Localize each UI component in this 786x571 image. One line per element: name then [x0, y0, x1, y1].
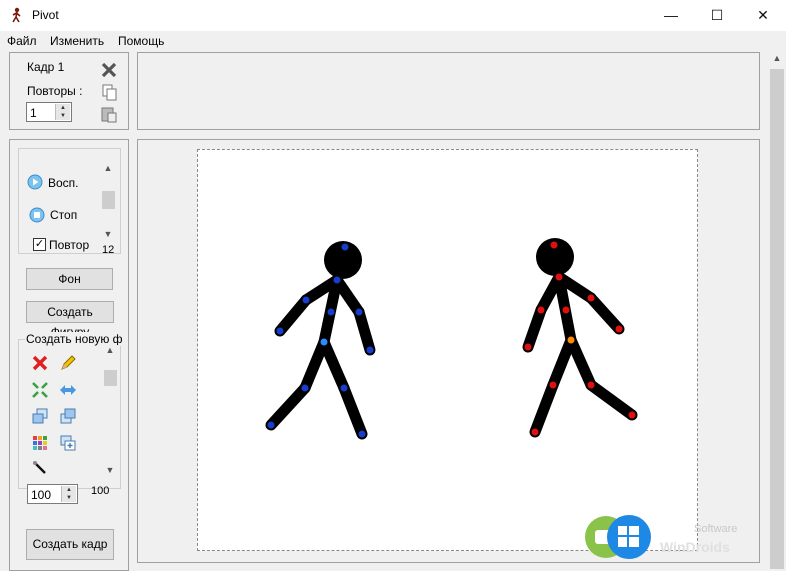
loop-label: Повтор: [49, 238, 90, 252]
close-button[interactable]: ✕: [740, 0, 786, 31]
front-icon[interactable]: [31, 407, 49, 425]
canvas-area: [137, 139, 760, 563]
scale-figure-icon[interactable]: [31, 381, 49, 399]
copy-frame-icon[interactable]: [100, 83, 118, 101]
background-button[interactable]: Фон: [26, 268, 113, 290]
watermark-brand-text: WinDroids: [660, 539, 730, 555]
repeats-value: 1: [30, 106, 37, 120]
title-bar: Pivot — ☐ ✕: [0, 0, 786, 31]
repeats-label: Повторы :: [27, 84, 83, 98]
color-icon[interactable]: [31, 434, 49, 452]
figure-tools-box: Создать новую ф ▲ ▼: [18, 332, 124, 489]
animation-stage[interactable]: [197, 149, 698, 551]
frame-panel: Кадр 1 Повторы : 1 ▲ ▼: [9, 52, 129, 130]
stage-drawing[interactable]: [198, 150, 699, 552]
create-figure-button[interactable]: Создать Фигуру: [26, 301, 114, 339]
stick-figure-red[interactable]: [522, 238, 638, 438]
minimize-button[interactable]: —: [648, 0, 694, 31]
stop-label[interactable]: Стоп: [50, 208, 77, 222]
figure-tools-scroll-down[interactable]: ▼: [102, 465, 118, 479]
flip-figure-icon[interactable]: [59, 381, 77, 399]
menu-help[interactable]: Помощь: [118, 34, 164, 48]
main-scrollbar[interactable]: ▲: [768, 51, 786, 571]
paste-frame-icon[interactable]: [100, 105, 118, 123]
stick-figure-blue[interactable]: [265, 241, 376, 440]
back-icon[interactable]: [59, 407, 77, 425]
edit-figure-icon[interactable]: [59, 354, 77, 372]
figure-tools-scroll-thumb[interactable]: [104, 370, 117, 386]
play-icon[interactable]: [27, 174, 43, 190]
figure-tools-scrollbar[interactable]: ▲ ▼: [102, 345, 118, 479]
main-scroll-thumb[interactable]: [770, 69, 784, 569]
scale-slider-value: 100: [91, 485, 110, 497]
menu-bar: Файл Изменить Помощь: [0, 31, 786, 51]
repeats-spinner-arrows[interactable]: ▲ ▼: [55, 104, 70, 120]
main-scroll-up[interactable]: ▲: [768, 53, 786, 63]
speed-value: 12: [102, 244, 115, 256]
timeline-panel: [137, 52, 760, 130]
pivot-app-icon: [12, 7, 21, 23]
add-figure-icon[interactable]: [59, 434, 77, 452]
window-title: Pivot: [32, 8, 59, 22]
create-frame-button[interactable]: Создать кадр: [26, 529, 114, 560]
speed-down-arrow[interactable]: ▼: [100, 229, 116, 243]
scale-spinner-arrows[interactable]: ▲ ▼: [61, 486, 76, 502]
playback-box: Восп. Стоп ✓ Повтор ▲ ▼ 12: [18, 148, 121, 256]
stop-icon[interactable]: [29, 207, 45, 223]
pivot-window: Pivot — ☐ ✕ Файл Изменить Помощь Кадр 1 …: [0, 0, 786, 571]
repeats-spinner[interactable]: 1 ▲ ▼: [26, 102, 72, 122]
play-label[interactable]: Восп.: [48, 176, 79, 190]
speed-up-arrow[interactable]: ▲: [100, 163, 116, 177]
maximize-button[interactable]: ☐: [694, 0, 740, 31]
delete-figure-icon[interactable]: [31, 354, 49, 372]
frame-label: Кадр 1: [27, 60, 65, 74]
tools-panel: Восп. Стоп ✓ Повтор ▲ ▼ 12 Фон Создать Ф…: [9, 139, 129, 571]
menu-file[interactable]: Файл: [7, 34, 37, 48]
figure-tools-scroll-up[interactable]: ▲: [102, 345, 118, 359]
menu-edit[interactable]: Изменить: [50, 34, 104, 48]
loop-checkbox[interactable]: ✓: [33, 238, 46, 251]
speed-slider[interactable]: ▲ ▼: [100, 163, 116, 243]
scale-value: 100: [31, 488, 52, 502]
scale-spinner[interactable]: 100 ▲ ▼: [27, 484, 78, 504]
watermark-software-text: Software: [694, 523, 738, 535]
delete-frame-icon[interactable]: [100, 61, 118, 79]
speed-slider-thumb[interactable]: [102, 191, 115, 209]
figure-tools-label: Создать новую ф: [25, 332, 124, 346]
pick-icon[interactable]: [31, 459, 49, 477]
